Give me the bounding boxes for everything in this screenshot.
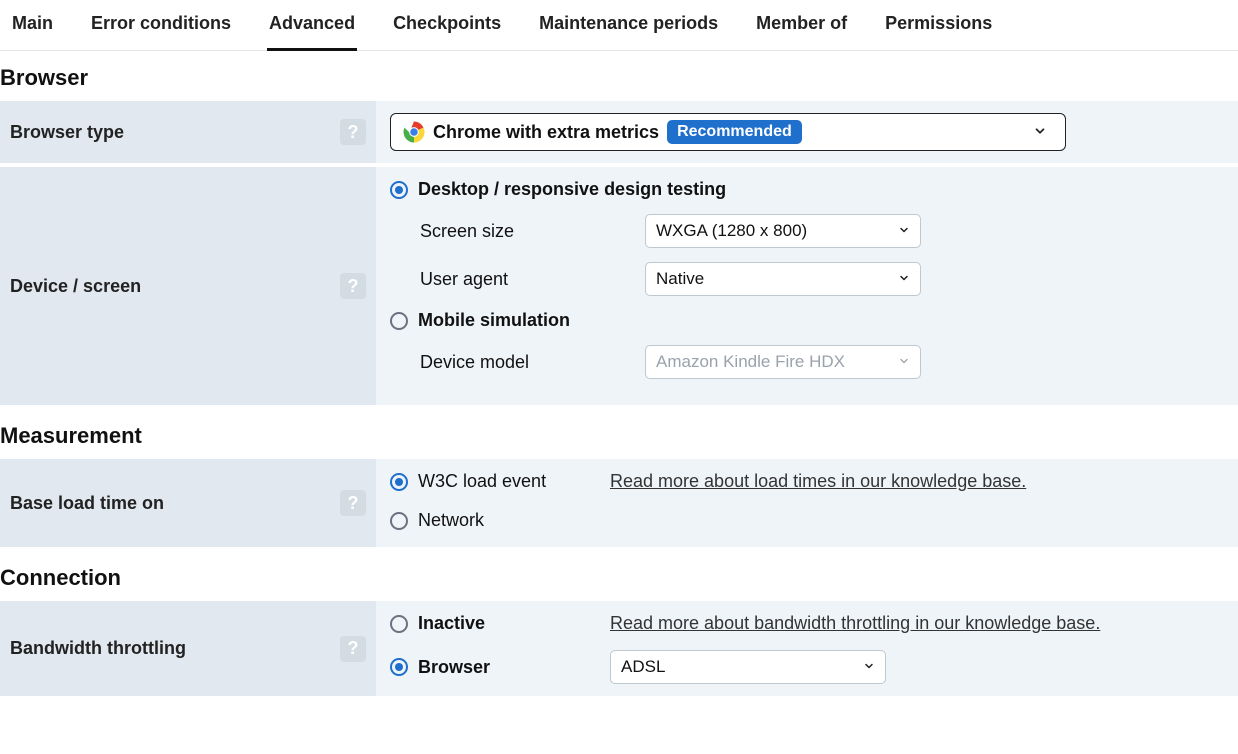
device-screen-label: Device / screen ? [0, 167, 376, 405]
desktop-radio[interactable] [390, 181, 408, 199]
inactive-radio[interactable] [390, 615, 408, 633]
screen-size-label: Screen size [420, 221, 645, 242]
browser-throttle-radio[interactable] [390, 658, 408, 676]
tab-maintenance-periods[interactable]: Maintenance periods [537, 1, 720, 51]
browser-type-dropdown[interactable]: Chrome with extra metrics Recommended [390, 113, 1066, 151]
help-icon[interactable]: ? [340, 119, 366, 145]
bandwidth-label: Bandwidth throttling ? [0, 601, 376, 696]
measurement-heading: Measurement [0, 409, 1238, 459]
bandwidth-link[interactable]: Read more about bandwidth throttling in … [610, 613, 1100, 634]
tab-error-conditions[interactable]: Error conditions [89, 1, 233, 51]
tab-bar: Main Error conditions Advanced Checkpoin… [0, 0, 1238, 51]
bandwidth-label-text: Bandwidth throttling [10, 638, 186, 659]
chevron-down-icon [898, 271, 910, 287]
browser-throttle-radio-label: Browser [418, 657, 490, 678]
network-radio[interactable] [390, 512, 408, 530]
device-screen-label-text: Device / screen [10, 276, 141, 297]
user-agent-select[interactable]: Native [645, 262, 921, 296]
help-icon[interactable]: ? [340, 273, 366, 299]
device-screen-row: Device / screen ? Desktop / responsive d… [0, 167, 1238, 409]
help-icon[interactable]: ? [340, 490, 366, 516]
recommended-badge: Recommended [667, 120, 802, 144]
browser-type-label: Browser type ? [0, 101, 376, 163]
browser-heading: Browser [0, 51, 1238, 101]
chevron-down-icon [1033, 122, 1047, 143]
w3c-radio-label: W3C load event [418, 471, 546, 492]
inactive-radio-label: Inactive [418, 613, 485, 634]
mobile-radio[interactable] [390, 312, 408, 330]
browser-type-row: Browser type ? Chrome with extra metrics… [0, 101, 1238, 167]
base-load-time-row: Base load time on ? W3C load event Read … [0, 459, 1238, 551]
chevron-down-icon [863, 659, 875, 675]
chrome-icon [403, 121, 425, 143]
desktop-radio-label: Desktop / responsive design testing [418, 179, 726, 200]
help-icon[interactable]: ? [340, 636, 366, 662]
device-model-label: Device model [420, 352, 645, 373]
throttle-value: ADSL [621, 657, 665, 677]
screen-size-value: WXGA (1280 x 800) [656, 221, 807, 241]
base-load-time-label-text: Base load time on [10, 493, 164, 514]
tab-checkpoints[interactable]: Checkpoints [391, 1, 503, 51]
device-model-select: Amazon Kindle Fire HDX [645, 345, 921, 379]
w3c-radio[interactable] [390, 473, 408, 491]
tab-advanced[interactable]: Advanced [267, 1, 357, 51]
chevron-down-icon [898, 223, 910, 239]
device-model-value: Amazon Kindle Fire HDX [656, 352, 845, 372]
connection-heading: Connection [0, 551, 1238, 601]
tab-permissions[interactable]: Permissions [883, 1, 994, 51]
base-load-time-label: Base load time on ? [0, 459, 376, 547]
network-radio-label: Network [418, 510, 484, 531]
tab-main[interactable]: Main [10, 1, 55, 51]
user-agent-value: Native [656, 269, 704, 289]
load-times-link[interactable]: Read more about load times in our knowle… [610, 471, 1026, 492]
tab-member-of[interactable]: Member of [754, 1, 849, 51]
chevron-down-icon [898, 354, 910, 370]
mobile-radio-label: Mobile simulation [418, 310, 570, 331]
user-agent-label: User agent [420, 269, 645, 290]
bandwidth-row: Bandwidth throttling ? Inactive Read mor… [0, 601, 1238, 696]
browser-type-label-text: Browser type [10, 122, 124, 143]
screen-size-select[interactable]: WXGA (1280 x 800) [645, 214, 921, 248]
browser-type-value: Chrome with extra metrics [433, 122, 659, 143]
throttle-select[interactable]: ADSL [610, 650, 886, 684]
